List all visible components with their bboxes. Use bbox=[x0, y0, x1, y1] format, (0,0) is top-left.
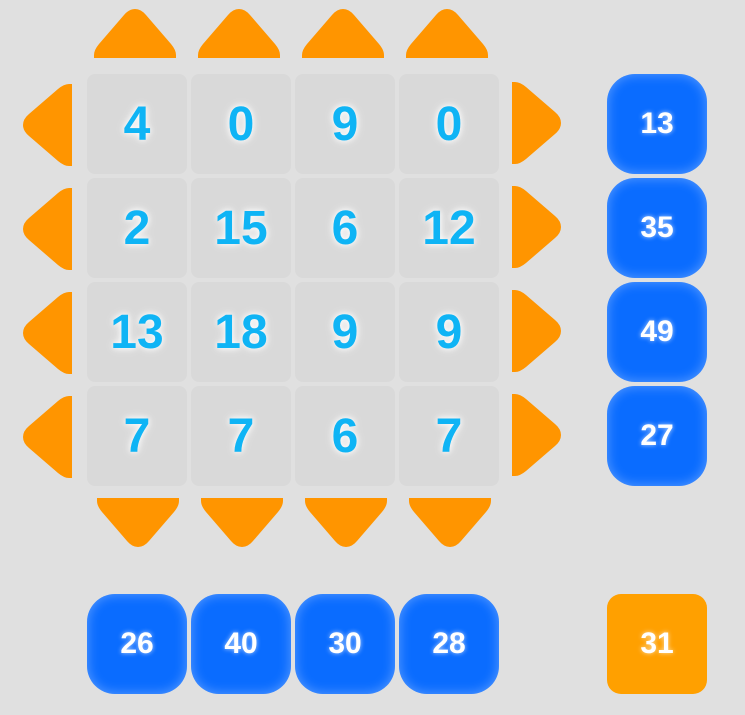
target-sum: 31 bbox=[607, 594, 707, 694]
grid-cell-r2-c3: 6 bbox=[295, 178, 395, 278]
right-arrow-row-3-icon[interactable] bbox=[510, 290, 566, 372]
grid-cell-r3-c4: 9 bbox=[399, 282, 499, 382]
left-arrow-row-3-icon[interactable] bbox=[18, 292, 74, 374]
down-arrow-col-1-icon[interactable] bbox=[97, 496, 179, 552]
grid-cell-r1-c4: 0 bbox=[399, 74, 499, 174]
col-sum-2: 40 bbox=[191, 594, 291, 694]
left-arrow-row-2-icon[interactable] bbox=[18, 188, 74, 270]
row-sum-3: 49 bbox=[607, 282, 707, 382]
down-arrow-col-3-icon[interactable] bbox=[305, 496, 387, 552]
grid-cell-r3-c3: 9 bbox=[295, 282, 395, 382]
col-sum-4: 28 bbox=[399, 594, 499, 694]
grid-cell-r1-c3: 9 bbox=[295, 74, 395, 174]
grid-cell-r3-c1: 13 bbox=[87, 282, 187, 382]
left-arrow-row-1-icon[interactable] bbox=[18, 84, 74, 166]
grid-cell-r4-c3: 6 bbox=[295, 386, 395, 486]
grid-cell-r4-c4: 7 bbox=[399, 386, 499, 486]
grid-cell-r1-c2: 0 bbox=[191, 74, 291, 174]
row-sum-1: 13 bbox=[607, 74, 707, 174]
grid-cell-r1-c1: 4 bbox=[87, 74, 187, 174]
up-arrow-col-1-icon[interactable] bbox=[94, 4, 176, 60]
grid-cell-r3-c2: 18 bbox=[191, 282, 291, 382]
col-sum-1: 26 bbox=[87, 594, 187, 694]
row-sum-2: 35 bbox=[607, 178, 707, 278]
down-arrow-col-4-icon[interactable] bbox=[409, 496, 491, 552]
grid-cell-r4-c1: 7 bbox=[87, 386, 187, 486]
up-arrow-col-3-icon[interactable] bbox=[302, 4, 384, 60]
up-arrow-col-2-icon[interactable] bbox=[198, 4, 280, 60]
grid-cell-r2-c1: 2 bbox=[87, 178, 187, 278]
right-arrow-row-2-icon[interactable] bbox=[510, 186, 566, 268]
col-sum-3: 30 bbox=[295, 594, 395, 694]
right-arrow-row-1-icon[interactable] bbox=[510, 82, 566, 164]
left-arrow-row-4-icon[interactable] bbox=[18, 396, 74, 478]
right-arrow-row-4-icon[interactable] bbox=[510, 394, 566, 476]
grid-cell-r2-c2: 15 bbox=[191, 178, 291, 278]
grid-cell-r4-c2: 7 bbox=[191, 386, 291, 486]
down-arrow-col-2-icon[interactable] bbox=[201, 496, 283, 552]
up-arrow-col-4-icon[interactable] bbox=[406, 4, 488, 60]
row-sum-4: 27 bbox=[607, 386, 707, 486]
grid-cell-r2-c4: 12 bbox=[399, 178, 499, 278]
